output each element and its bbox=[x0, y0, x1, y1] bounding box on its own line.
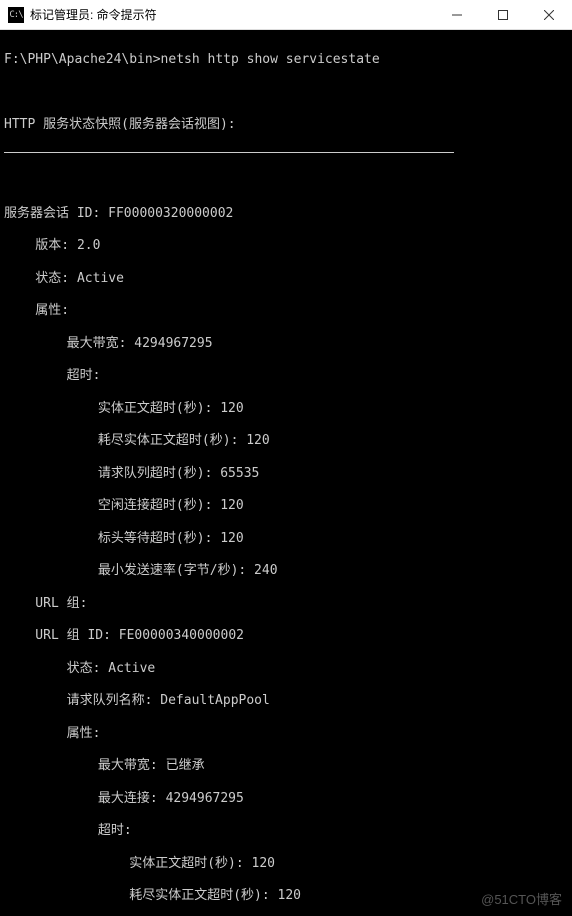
window-title: 标记管理员: 命令提示符 bbox=[30, 6, 434, 23]
output-line: 状态: Active bbox=[4, 661, 568, 677]
output-line: 超时: bbox=[4, 823, 568, 839]
minimize-button[interactable] bbox=[434, 0, 480, 29]
divider bbox=[4, 152, 454, 153]
output-line: 请求队列超时(秒): 65535 bbox=[4, 466, 568, 482]
output-line: 属性: bbox=[4, 726, 568, 742]
output-line: 实体正文超时(秒): 120 bbox=[4, 856, 568, 872]
output-line: 标头等待超时(秒): 120 bbox=[4, 531, 568, 547]
output-line: 状态: Active bbox=[4, 271, 568, 287]
prompt-line: F:\PHP\Apache24\bin>netsh http show serv… bbox=[4, 52, 568, 68]
heading: HTTP 服务状态快照(服务器会话视图): bbox=[4, 117, 568, 133]
output-line: 空闲连接超时(秒): 120 bbox=[4, 498, 568, 514]
output-line: 最大连接: 4294967295 bbox=[4, 791, 568, 807]
titlebar[interactable]: C:\ 标记管理员: 命令提示符 bbox=[0, 0, 572, 30]
output-line: 请求队列名称: DefaultAppPool bbox=[4, 693, 568, 709]
window-controls bbox=[434, 0, 572, 29]
command-prompt-window: C:\ 标记管理员: 命令提示符 F:\PHP\Apache24\bin>net… bbox=[0, 0, 572, 916]
close-button[interactable] bbox=[526, 0, 572, 29]
output-line: 超时: bbox=[4, 368, 568, 384]
output-line: 最大带宽: 4294967295 bbox=[4, 336, 568, 352]
output-line: 最大带宽: 已继承 bbox=[4, 758, 568, 774]
output-line: 属性: bbox=[4, 303, 568, 319]
output-line: 最小发送速率(字节/秒): 240 bbox=[4, 563, 568, 579]
session-id: 服务器会话 ID: FF00000320000002 bbox=[4, 206, 568, 222]
watermark: @51CTO博客 bbox=[481, 892, 562, 908]
blank bbox=[4, 85, 568, 101]
output-line: 耗尽实体正文超时(秒): 120 bbox=[4, 433, 568, 449]
terminal-area[interactable]: F:\PHP\Apache24\bin>netsh http show serv… bbox=[0, 30, 572, 916]
blank bbox=[4, 173, 568, 189]
output-line: URL 组: bbox=[4, 596, 568, 612]
output-line: URL 组 ID: FE00000340000002 bbox=[4, 628, 568, 644]
output-line: 实体正文超时(秒): 120 bbox=[4, 401, 568, 417]
cmd-icon: C:\ bbox=[8, 7, 24, 23]
maximize-button[interactable] bbox=[480, 0, 526, 29]
output-line: 版本: 2.0 bbox=[4, 238, 568, 254]
